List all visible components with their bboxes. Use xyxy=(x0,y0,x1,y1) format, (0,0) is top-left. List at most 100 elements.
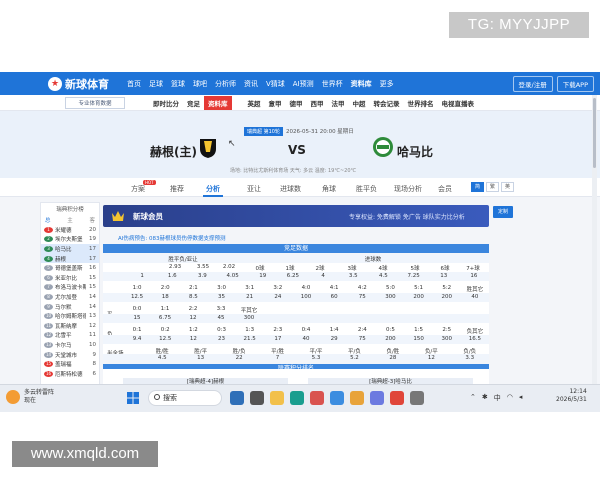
odds-cell[interactable]: 17 xyxy=(264,336,292,342)
home-team-name[interactable]: 赫根(主) xyxy=(150,143,197,160)
odds-cell[interactable]: 40 xyxy=(461,294,489,300)
standings-row[interactable]: 16 厄斯特松德 6 xyxy=(41,369,99,379)
odds-cell[interactable]: 1:0 xyxy=(123,285,151,291)
odds-cell[interactable]: 4:1 xyxy=(320,285,348,291)
tab-recommend[interactable]: 推荐 xyxy=(170,184,184,194)
app-widgets-icon[interactable] xyxy=(250,391,264,405)
home-team-badge-icon[interactable] xyxy=(198,137,218,159)
standings-row[interactable]: 10 哈尔姆斯塔德 13 xyxy=(41,311,99,321)
tab-goals[interactable]: 进球数 xyxy=(280,184,301,194)
odds-cell[interactable]: 5.3 xyxy=(297,355,335,361)
nav-more[interactable]: 更多 xyxy=(376,79,398,89)
standings-row[interactable]: 9 马尔默 14 xyxy=(41,302,99,312)
odds-cell[interactable]: 0:2 xyxy=(151,327,179,333)
league-ligue1[interactable]: 法甲 xyxy=(328,96,349,110)
odds-cell[interactable]: 0:0 xyxy=(123,306,151,312)
odds-cell[interactable]: 60 xyxy=(320,294,348,300)
odds-cell[interactable]: 2:3 xyxy=(264,327,292,333)
odds-cell[interactable]: 200 xyxy=(405,294,433,300)
odds-cell[interactable]: 12.5 xyxy=(123,294,151,300)
file-explorer-icon[interactable] xyxy=(270,391,284,405)
odds-cell[interactable]: 100 xyxy=(292,294,320,300)
odds-cell[interactable]: 29 xyxy=(320,336,348,342)
odds-cell[interactable]: 5球 xyxy=(403,264,427,272)
odds-cell[interactable]: 1:2 xyxy=(179,327,207,333)
odds-cell[interactable]: 2球 xyxy=(308,264,332,272)
standings-row[interactable]: 12 北雪平 11 xyxy=(41,331,99,341)
odds-cell[interactable]: 12 xyxy=(412,355,450,361)
ai-injury-notice[interactable]: AI伤病预告: 083赫根球员伤停数据支撑预测 xyxy=(118,234,226,242)
odds-cell[interactable]: 2:5 xyxy=(433,327,461,333)
app-icon-red[interactable] xyxy=(310,391,324,405)
standings-row[interactable]: 11 瓦斯纳摩 12 xyxy=(41,321,99,331)
odds-cell[interactable]: 23 xyxy=(207,336,235,342)
nav-news[interactable]: 资讯 xyxy=(240,79,262,89)
odds-cell[interactable]: 0:5 xyxy=(376,327,404,333)
standings-row[interactable]: 15 盖瑞福 8 xyxy=(41,359,99,369)
league-csl[interactable]: 中超 xyxy=(349,96,370,110)
league-tv[interactable]: 电视直播表 xyxy=(438,96,479,110)
odds-cell[interactable]: 1:3 xyxy=(236,327,264,333)
odds-cell[interactable]: 9.4 xyxy=(123,336,151,342)
tab-handicap[interactable]: 亚让 xyxy=(247,184,261,194)
odds-cell[interactable]: 300 xyxy=(235,315,263,321)
odds-cell[interactable]: 7 xyxy=(258,355,296,361)
view-english[interactable]: 英 xyxy=(501,182,514,192)
odds-cell[interactable]: 150 xyxy=(405,336,433,342)
odds-cell[interactable]: 6球 xyxy=(433,264,457,272)
odds-cell[interactable]: 22 xyxy=(220,355,258,361)
tab-1x2[interactable]: 胜平负 xyxy=(356,184,377,194)
league-transfers[interactable]: 转会记录 xyxy=(370,96,404,110)
odds-cell[interactable]: 7+球 xyxy=(461,264,485,272)
odds-cell[interactable]: 18 xyxy=(151,294,179,300)
app-icon-gray[interactable] xyxy=(410,391,424,405)
app-icon-orange[interactable] xyxy=(350,391,364,405)
login-button[interactable]: 登录/注册 xyxy=(512,75,553,92)
odds-cell[interactable]: 200 xyxy=(433,294,461,300)
odds-cell[interactable]: 1:1 xyxy=(151,306,179,312)
league-epl[interactable]: 英超 xyxy=(244,96,265,110)
subscribe-button[interactable]: 定制 xyxy=(493,206,513,218)
tray-bluetooth-icon[interactable]: ✱ xyxy=(482,393,488,403)
standings-row[interactable]: 5 哥德堡盖斯 16 xyxy=(41,263,99,273)
odds-cell[interactable]: 5:0 xyxy=(376,285,404,291)
odds-cell[interactable]: 2.93 xyxy=(163,264,187,270)
wps-icon[interactable] xyxy=(390,391,404,405)
odds-cell[interactable]: 4:0 xyxy=(292,285,320,291)
windows-start-icon[interactable] xyxy=(127,392,139,404)
subtab-database[interactable]: 资料库 xyxy=(204,95,232,110)
odds-cell[interactable]: 45 xyxy=(207,315,235,321)
subtab-live[interactable]: 即时比分 xyxy=(149,96,183,110)
weather-widget[interactable]: 多云转雷阵 现在 xyxy=(6,389,54,405)
odds-cell[interactable]: 4 xyxy=(308,273,338,279)
league-world-rank[interactable]: 世界排名 xyxy=(404,96,438,110)
tray-volume-icon[interactable]: ◂ xyxy=(519,393,523,403)
odds-cell[interactable]: 5.2 xyxy=(335,355,373,361)
standings-row[interactable]: 14 天堂城市 9 xyxy=(41,350,99,360)
odds-cell[interactable]: 7.25 xyxy=(399,273,429,279)
odds-cell[interactable]: 16.5 xyxy=(461,336,489,342)
odds-cell[interactable]: 35 xyxy=(207,294,235,300)
filter-home[interactable]: 主 xyxy=(67,216,73,224)
odds-cell[interactable]: 5:2 xyxy=(433,285,461,291)
odds-cell[interactable]: 3:1 xyxy=(236,285,264,291)
standings-row[interactable]: 13 卡尔马 10 xyxy=(41,340,99,350)
odds-cell[interactable]: 8.5 xyxy=(179,294,207,300)
taskbar-search[interactable]: 搜索 xyxy=(148,390,222,406)
odds-cell[interactable]: 0:1 xyxy=(123,327,151,333)
standings-row[interactable]: 8 尤尔加登 14 xyxy=(41,292,99,302)
odds-cell[interactable]: 2:1 xyxy=(179,285,207,291)
odds-cell[interactable]: 15 xyxy=(123,315,151,321)
odds-cell[interactable]: 3球 xyxy=(340,264,364,272)
odds-cell[interactable]: 12.5 xyxy=(151,336,179,342)
away-team-name[interactable]: 哈马比 xyxy=(397,143,433,160)
league-seriea[interactable]: 意甲 xyxy=(265,96,286,110)
odds-cell[interactable]: 3.9 xyxy=(187,273,217,279)
taskbar-clock[interactable]: 12:14 2026/5/31 xyxy=(556,388,587,404)
nav-vguess[interactable]: V猜球 xyxy=(262,79,289,89)
odds-cell[interactable]: 平其它 xyxy=(235,306,263,314)
tray-wifi-icon[interactable]: ◠ xyxy=(507,393,513,403)
odds-cell[interactable]: 2.02 xyxy=(217,264,241,270)
standings-row[interactable]: 4 赫根 17 xyxy=(41,253,99,264)
odds-cell[interactable]: 1:5 xyxy=(405,327,433,333)
